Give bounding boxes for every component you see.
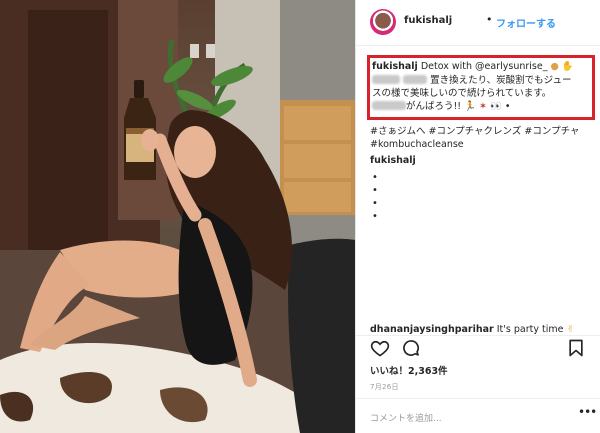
peach-emoji-icon: ● [550,61,559,72]
comment-dot: • [372,185,378,196]
comment-2: dhananjaysinghparihar It's party time ✌ [370,324,574,335]
avatar[interactable] [370,9,396,35]
running-emoji-icon: 🏃 [464,101,476,112]
blurred-text [403,75,428,84]
separator-dot: • [486,13,493,26]
photo-illustration [0,0,355,433]
comment-input[interactable]: コメントを追加... [370,411,442,424]
hashtag-line-2[interactable]: #kombuchacleanse [370,138,464,151]
celebration-emoji-icon: ✌ [566,324,575,335]
comment-dot: • [372,198,378,209]
comment-2-text: It's party time [493,324,567,335]
comment-2-username[interactable]: dhananjaysinghparihar [370,324,494,335]
divider [356,398,600,399]
caption-username[interactable]: fukishalj [372,61,418,72]
caption-text-2: 置き換えたり、炭酸割でもジュー [430,75,572,86]
caption-dot: • [504,101,511,112]
post-photo[interactable] [0,0,355,433]
post-header: fukishalj • フォローする [356,0,600,46]
cheer-emoji-icon: ✶ [479,101,487,112]
blurred-text [372,75,400,84]
caption-line-4: がんばろう!! 🏃 ✶ 👀 • [372,101,511,113]
comment-dot: • [372,172,378,183]
post-date: 7月26日 [370,383,399,391]
caption-text-3: スの様で美味しいので続けられています。 [372,88,552,99]
caption-text-1: Detox with @earlysunrise_ [417,61,551,72]
hashtag-line-1[interactable]: #さぁジムへ #コンプチャクレンズ #コンプチャ [370,125,579,138]
comment-dot: • [372,211,378,222]
follow-button[interactable]: フォローする [496,15,556,30]
header-username[interactable]: fukishalj [404,15,452,26]
comment-username[interactable]: fukishalj [370,155,416,166]
caption-line-1: fukishalj Detox with @earlysunrise_ ● ✋ [372,61,574,73]
caption-line-3: スの様で美味しいので続けられています。 [372,88,551,100]
more-dots-icon[interactable]: ••• [578,405,597,419]
ok-hand-emoji-icon: ✋ [561,61,574,72]
like-count[interactable]: いいね！2,363件 [370,363,448,377]
caption-line-2: 置き換えたり、炭酸割でもジュー [372,75,572,87]
divider [356,335,600,336]
eyes-emoji-icon: 👀 [490,101,502,112]
blurred-text [372,101,406,110]
comment-bubble-icon[interactable] [401,338,421,358]
bookmark-icon[interactable] [566,338,586,358]
heart-icon[interactable] [370,338,390,358]
caption-text-4: がんばろう!! [406,101,465,112]
